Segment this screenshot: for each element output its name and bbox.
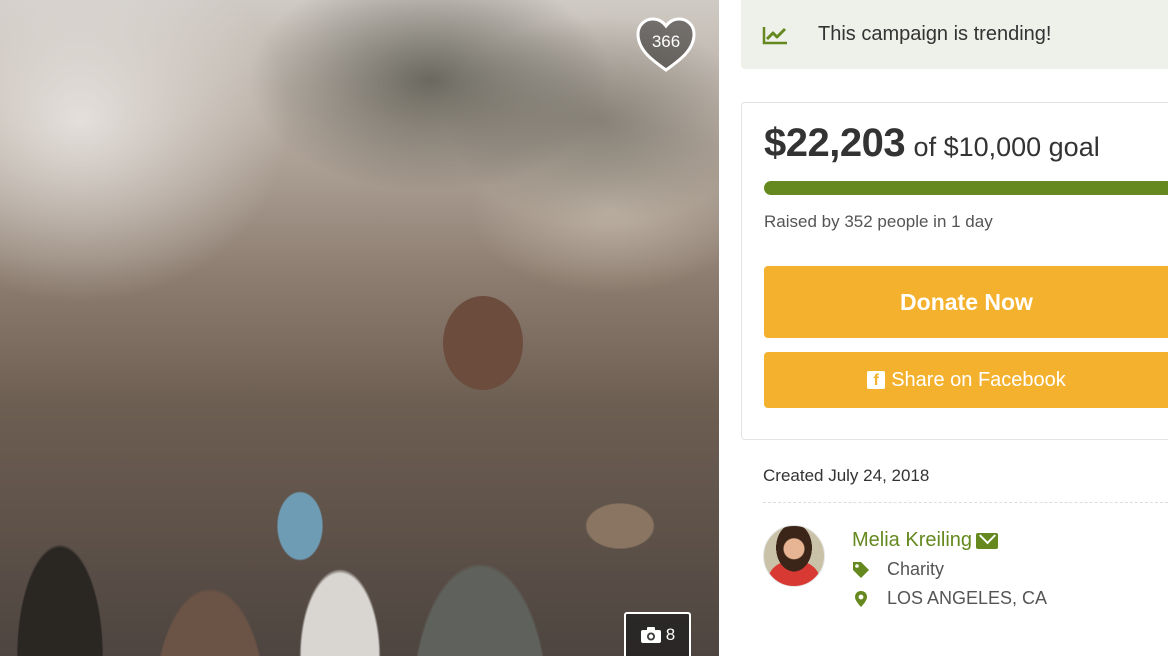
organizer-name: Melia Kreiling: [852, 529, 973, 551]
donation-card: $22,203 of $10,000 goal Raised by 352 pe…: [741, 102, 1168, 440]
share-facebook-label: Share on Facebook: [891, 368, 1066, 391]
trending-banner: This campaign is trending!: [741, 0, 1168, 69]
donate-now-button[interactable]: Donate Now: [764, 266, 1168, 338]
created-date: Created July 24, 2018: [763, 466, 930, 485]
map-pin-icon: [855, 590, 867, 607]
photo-foreground-figure: [443, 296, 523, 390]
facebook-icon: f: [867, 371, 886, 389]
envelope-icon[interactable]: [976, 532, 999, 549]
camera-icon: [640, 627, 661, 643]
progress-bar-fill: [764, 181, 1168, 195]
photo-crowd-layer: [0, 236, 719, 656]
raised-amount: $22,203: [764, 121, 906, 165]
like-badge[interactable]: 366: [634, 16, 698, 74]
section-divider: [763, 502, 1168, 503]
trending-chart-icon: [762, 26, 787, 44]
campaign-photo[interactable]: 366 8: [0, 0, 719, 656]
raised-summary: $22,203 of $10,000 goal: [764, 121, 1100, 166]
category-label: Charity: [887, 559, 945, 579]
location-label: LOS ANGELES, CA: [887, 588, 1048, 608]
avatar[interactable]: [763, 525, 825, 587]
progress-bar: [764, 181, 1168, 195]
like-count: 366: [651, 32, 681, 51]
share-facebook-button[interactable]: f Share on Facebook: [764, 352, 1168, 408]
category-row: Charity: [852, 559, 944, 580]
tag-icon: [853, 561, 869, 578]
campaign-page: 366 8 This campaign is trending! $22,203…: [0, 0, 1168, 656]
organizer-name-link[interactable]: Melia Kreiling: [852, 529, 999, 552]
trending-text: This campaign is trending!: [818, 23, 1052, 45]
goal-text: of $10,000 goal: [913, 132, 1100, 162]
location-row: LOS ANGELES, CA: [852, 588, 1047, 609]
raised-by-text: Raised by 352 people in 1 day: [764, 212, 993, 231]
photo-count-label: 8: [665, 625, 676, 644]
photo-count-button[interactable]: 8: [624, 612, 691, 656]
